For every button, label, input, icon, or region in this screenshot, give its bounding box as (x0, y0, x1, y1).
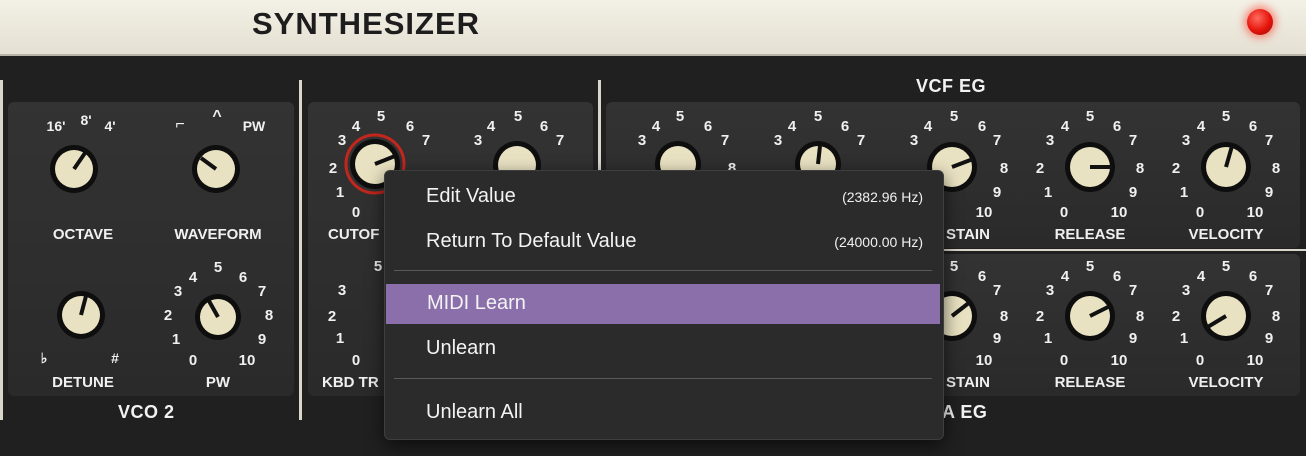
vcf-eg1-dial-icon[interactable] (654, 140, 702, 187)
section-label-vco2: VCO 2 (118, 402, 175, 422)
section-label-vca-eg: A EG (942, 402, 988, 422)
vca-rel-dial-icon[interactable] (1064, 290, 1116, 342)
vca-release-label: RELEASE (1054, 374, 1126, 391)
menu-item-label: MIDI Learn (427, 292, 526, 314)
waveform-label: WAVEFORM (174, 226, 262, 243)
pw-dial-icon[interactable] (194, 293, 242, 341)
menu-item-label: Edit Value (426, 185, 516, 207)
divider-eg-horizontal (940, 249, 1306, 251)
menu-item-edit-value[interactable]: Edit Value (2382.96 Hz) (385, 177, 943, 217)
detune-label: DETUNE (52, 374, 114, 391)
vca-vel-dial-icon[interactable] (1200, 290, 1252, 342)
menu-separator (394, 270, 932, 271)
pw-scale-10: 10 (238, 352, 256, 369)
pw-label: PW (205, 374, 231, 391)
detune-dial-icon[interactable] (56, 290, 106, 340)
menu-item-value: (24000.00 Hz) (834, 234, 923, 250)
menu-separator (394, 378, 932, 379)
waveform-dial-icon[interactable] (191, 144, 241, 194)
vca-velocity-label: VELOCITY (1188, 374, 1264, 391)
vcf-vel-scale-10: 10 (1246, 204, 1264, 221)
app-title: SYNTHESIZER (252, 6, 481, 41)
vcf-vel-dial-icon[interactable] (1200, 141, 1252, 193)
octave-dial-icon[interactable] (49, 144, 99, 194)
vcf-rel-dial-icon[interactable] (1064, 141, 1116, 193)
kbd-scale-1: 1 (335, 330, 345, 347)
vca-vel-scale-10: 10 (1246, 352, 1264, 369)
vcf-velocity-label: VELOCITY (1188, 226, 1264, 243)
power-led-icon[interactable] (1247, 9, 1273, 35)
menu-item-label: Unlearn (426, 337, 497, 359)
menu-item-unlearn-all[interactable]: Unlearn All (385, 393, 943, 433)
octave-label: OCTAVE (52, 226, 114, 243)
vcf-release-label: RELEASE (1054, 226, 1126, 243)
vcf-eg2-dial-icon[interactable] (794, 140, 842, 187)
context-menu: Edit Value (2382.96 Hz) Return To Defaul… (384, 170, 944, 440)
menu-item-label: Unlearn All (426, 401, 523, 423)
menu-item-return-default[interactable]: Return To Default Value (24000.00 Hz) (385, 222, 943, 262)
kbd-scale-2: 2 (327, 308, 337, 325)
title-bar: SYNTHESIZER (0, 0, 1306, 56)
section-label-vcf-eg: VCF EG (916, 76, 987, 96)
menu-item-value: (2382.96 Hz) (842, 189, 923, 205)
menu-item-midi-learn[interactable]: MIDI Learn (386, 284, 940, 324)
menu-item-label: Return To Default Value (426, 230, 637, 252)
menu-item-unlearn[interactable]: Unlearn (385, 329, 943, 369)
